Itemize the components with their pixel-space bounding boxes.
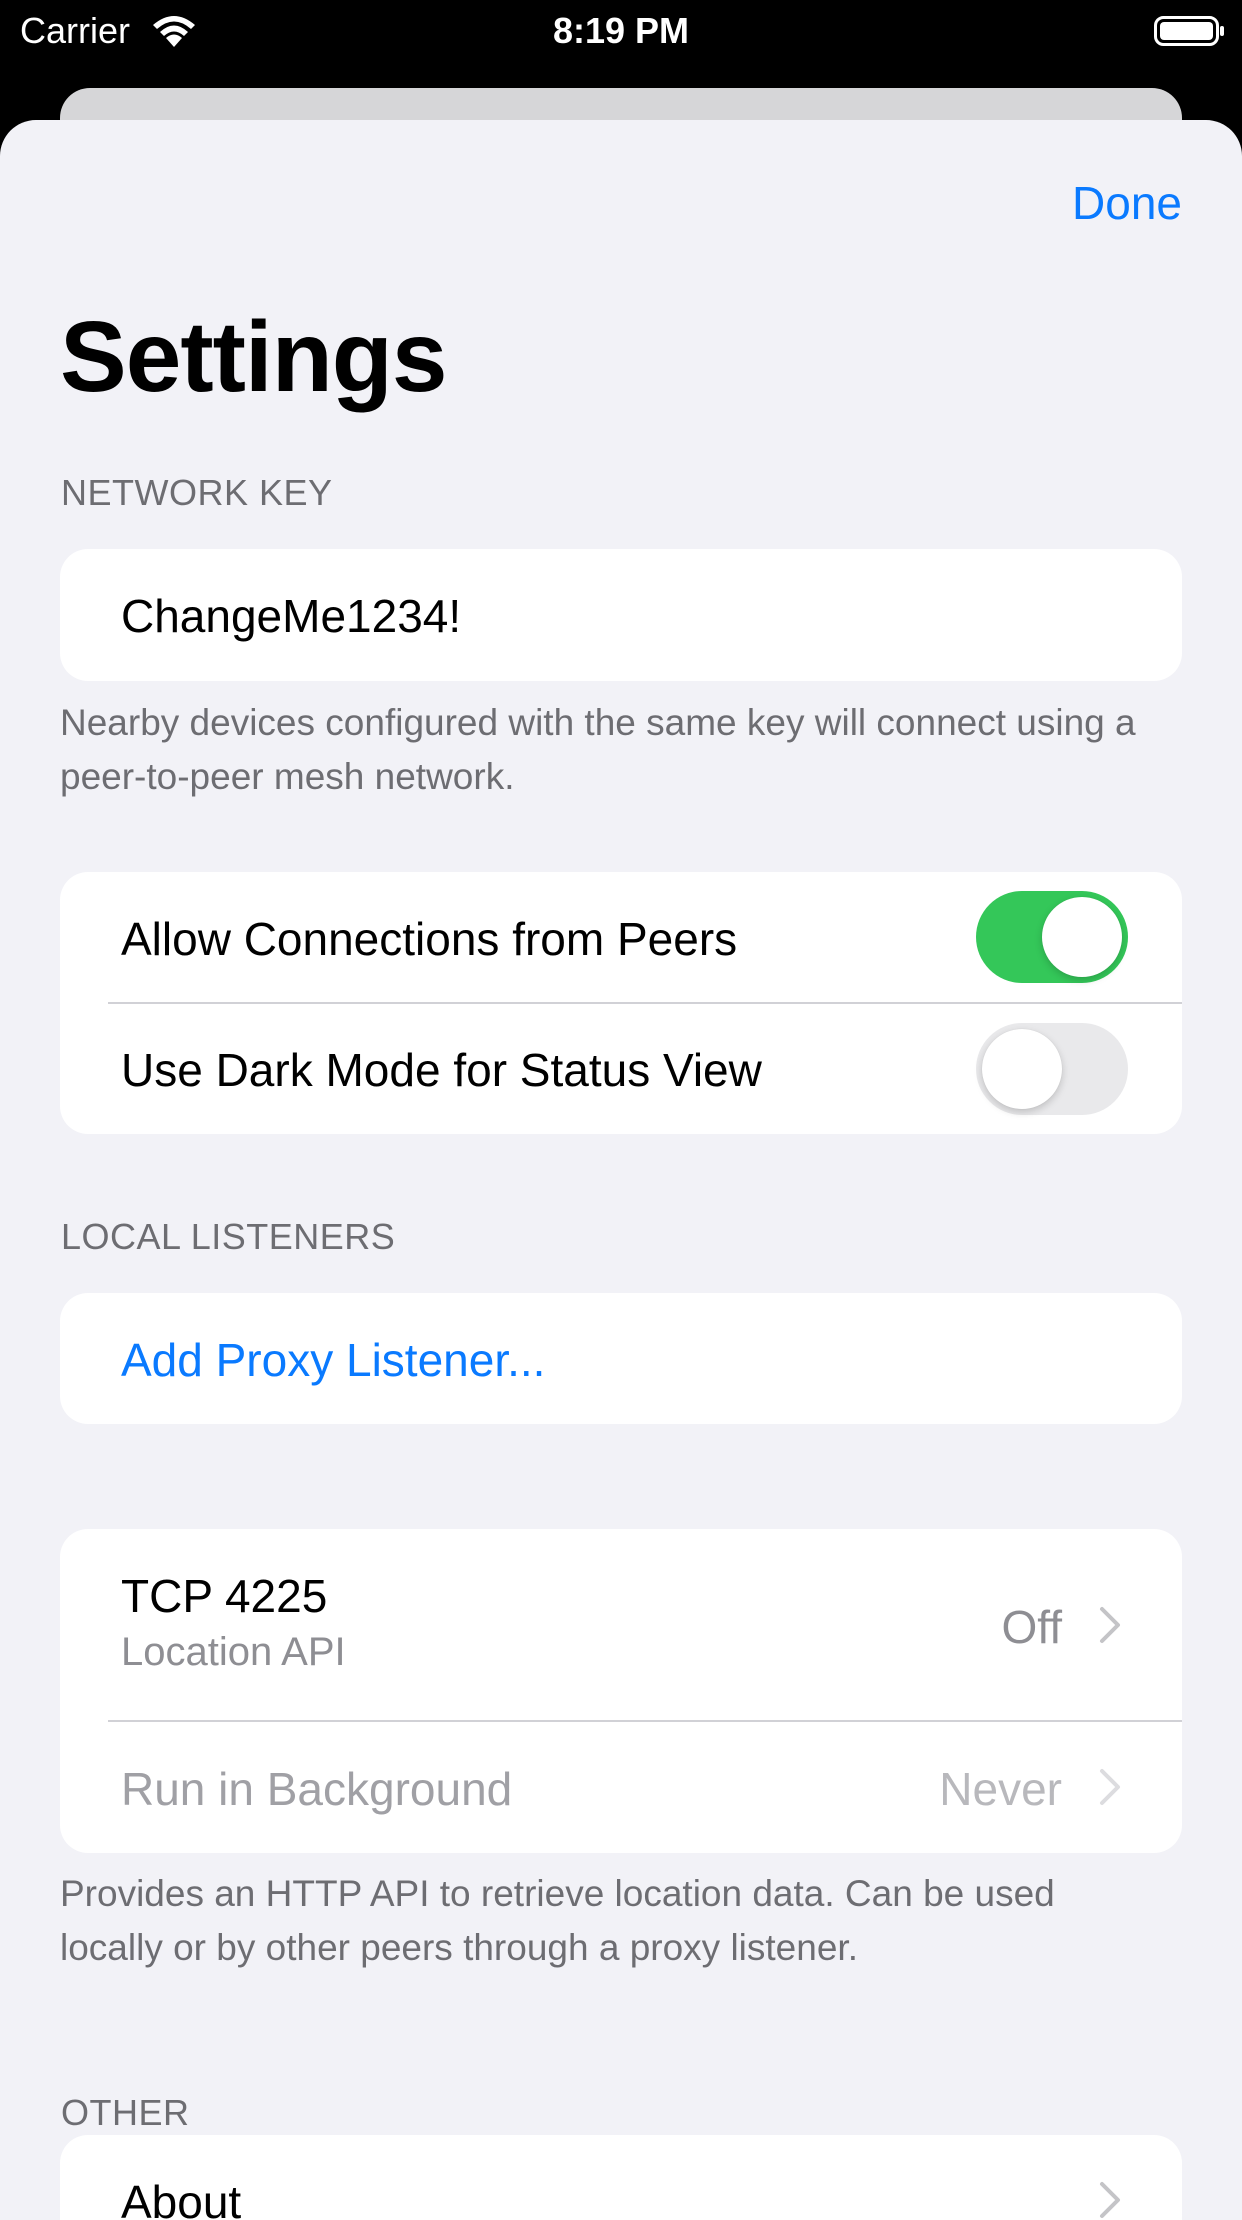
toggle-knob [982,1029,1062,1109]
other-header: OTHER [61,2092,190,2133]
network-key-footer: Nearby devices configured with the same … [60,702,1136,797]
toggles-card: Allow Connections from Peers Use Dark Mo… [60,872,1182,1134]
network-key-value[interactable]: ChangeMe1234! [121,589,461,643]
tcp-listener-subtitle: Location API [121,1630,346,1674]
battery-icon [1154,16,1224,46]
chevron-right-icon [1100,1607,1120,1643]
done-button[interactable]: Done [1072,176,1182,230]
toggle-knob [1042,897,1122,977]
add-proxy-listener-button[interactable]: Add Proxy Listener... [121,1333,545,1387]
dark-mode-row: Use Dark Mode for Status View [60,1003,1182,1134]
tcp-listener-value: Off [1001,1601,1062,1653]
run-in-background-value: Never [939,1763,1062,1815]
tcp-listener-row[interactable]: TCP 4225 Location API Off [60,1529,1182,1721]
tcp-listener-card: TCP 4225 Location API Off Run in Backgro… [60,1529,1182,1853]
allow-connections-row: Allow Connections from Peers [60,872,1182,1003]
dark-mode-label: Use Dark Mode for Status View [121,1044,762,1096]
chevron-right-icon [1100,2182,1120,2218]
add-listener-card: Add Proxy Listener... [60,1293,1182,1424]
run-in-background-label: Run in Background [121,1763,513,1815]
add-proxy-listener-row[interactable]: Add Proxy Listener... [60,1293,1182,1424]
network-key-card: ChangeMe1234! [60,549,1182,681]
settings-sheet: Done Settings NETWORK KEY ChangeMe1234! … [0,120,1242,2220]
status-time: 8:19 PM [552,10,690,51]
network-key-header: NETWORK KEY [61,472,333,513]
network-key-field[interactable]: ChangeMe1234! [60,549,1182,681]
allow-connections-label: Allow Connections from Peers [121,913,738,965]
dark-mode-toggle[interactable] [976,1023,1128,1115]
local-listeners-header: LOCAL LISTENERS [61,1216,396,1257]
tcp-listener-footer: Provides an HTTP API to retrieve locatio… [60,1873,1055,1968]
status-bar: Carrier 8:19 PM [0,0,1242,62]
allow-connections-toggle[interactable] [976,891,1128,983]
page-title: Settings [60,301,447,413]
other-card: About [60,2135,1182,2220]
tcp-listener-title: TCP 4225 [121,1570,328,1622]
chevron-right-icon [1100,1769,1120,1805]
run-in-background-row[interactable]: Run in Background Never [60,1722,1182,1853]
about-row[interactable]: About [60,2135,1182,2220]
about-label: About [121,2176,242,2220]
